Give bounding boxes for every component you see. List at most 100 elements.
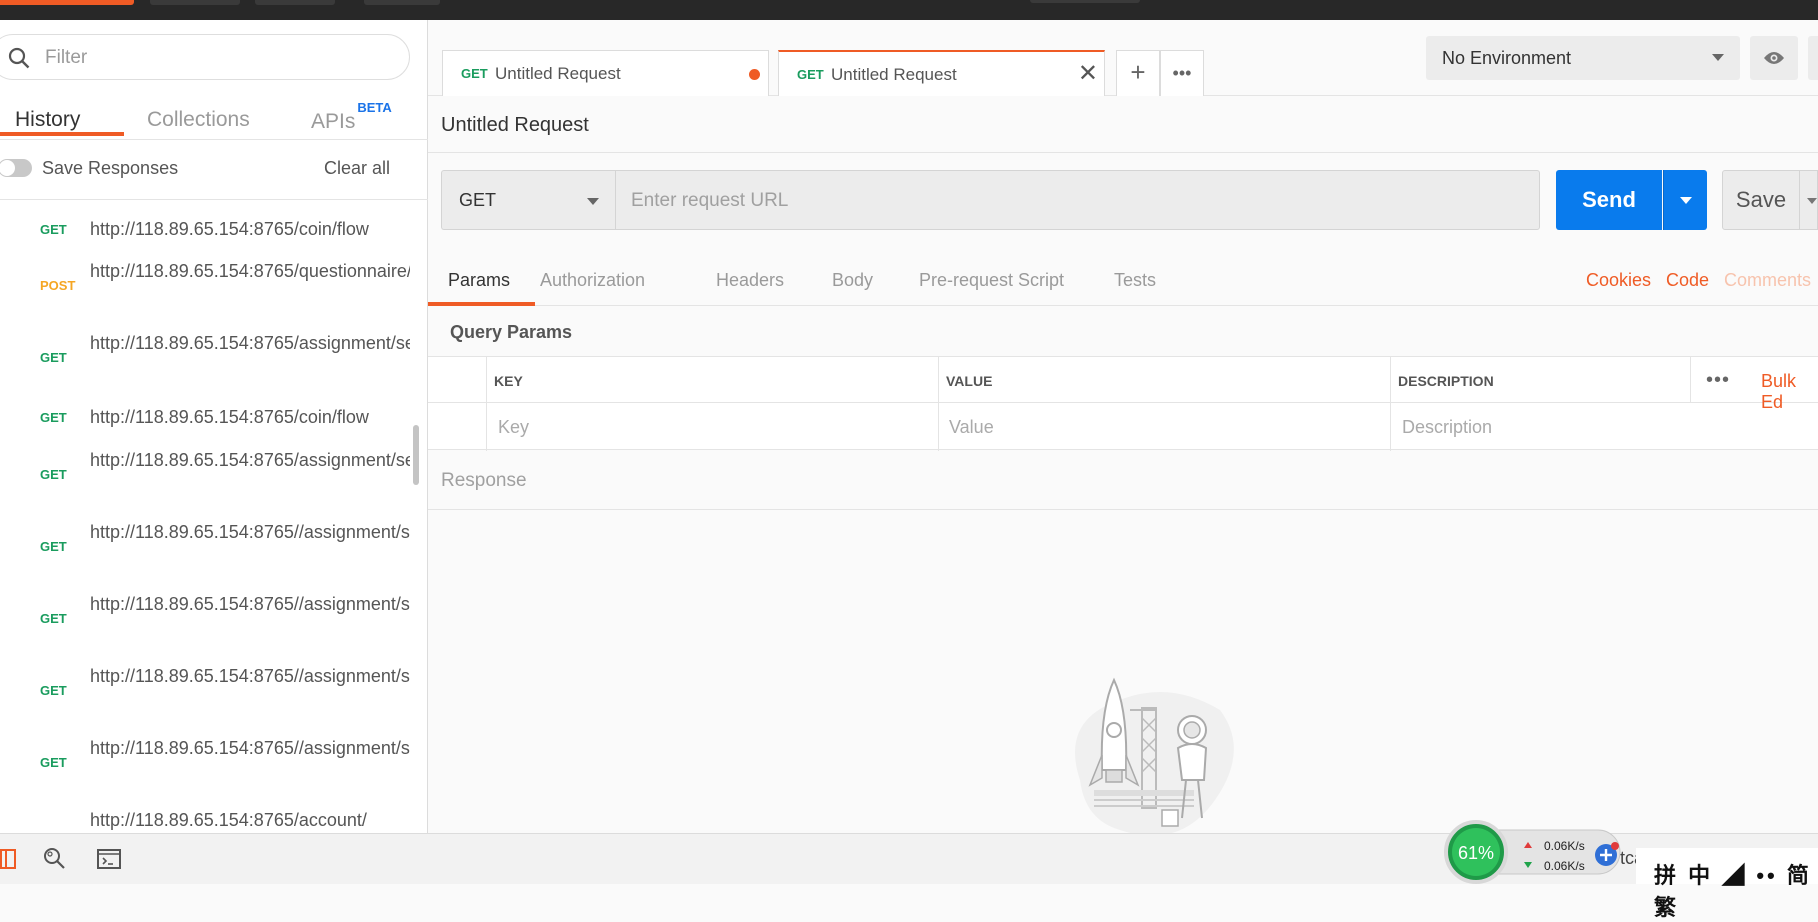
column-value: VALUE: [946, 373, 993, 389]
history-item[interactable]: http://118.89.65.154:8765/account/: [0, 807, 410, 833]
column-description: DESCRIPTION: [1398, 373, 1494, 389]
send-options-button[interactable]: [1663, 170, 1707, 230]
method-label: GET: [40, 410, 67, 425]
tab-more-button[interactable]: •••: [1160, 50, 1204, 96]
tab-apis-label: APIs: [311, 110, 356, 133]
top-segment: [364, 0, 440, 5]
main-panel: GET Untitled Request GET Untitled Reques…: [428, 20, 1818, 836]
value-input[interactable]: Value: [949, 417, 994, 438]
method-label: GET: [40, 683, 67, 698]
environment-quick-look-button[interactable]: [1750, 36, 1798, 80]
method-label: GET: [40, 755, 67, 770]
sidebar: History Collections APIsBETA Save Respon…: [0, 20, 428, 833]
history-url: http://118.89.65.154:8765/assignment/sel…: [90, 333, 410, 353]
save-responses-toggle[interactable]: [0, 159, 32, 177]
chevron-down-icon: [1712, 54, 1724, 61]
search-icon: [8, 47, 30, 69]
history-item[interactable]: GET http://118.89.65.154:8765//assignmen…: [0, 663, 410, 727]
description-input[interactable]: Description: [1402, 417, 1492, 438]
settings-button-partial[interactable]: [1808, 36, 1818, 80]
divider: [428, 152, 1818, 153]
url-field[interactable]: [615, 170, 1540, 230]
tab-headers[interactable]: Headers: [716, 270, 784, 291]
history-url: http://118.89.65.154:8765//assignment/se…: [90, 594, 410, 614]
save-button[interactable]: Save: [1722, 170, 1800, 230]
beta-badge: BETA: [357, 100, 392, 115]
close-tab-icon[interactable]: ✕: [1078, 62, 1098, 86]
tab-authorization[interactable]: Authorization: [540, 270, 645, 291]
comments-link[interactable]: Comments: [1724, 270, 1811, 291]
column-divider: [938, 357, 939, 451]
params-header-row: KEY VALUE DESCRIPTION ••• Bulk Ed: [428, 357, 1818, 412]
history-url: http://118.89.65.154:8765/assignment/sel…: [90, 450, 410, 470]
response-section: Response: [428, 450, 1818, 510]
add-tab-button[interactable]: +: [1116, 50, 1160, 96]
code-link[interactable]: Code: [1666, 270, 1709, 291]
tab-apis[interactable]: APIsBETA: [311, 100, 392, 134]
history-item[interactable]: GET http://118.89.65.154:8765/coin/flow: [0, 214, 410, 254]
chevron-down-icon: [1807, 198, 1817, 204]
tab-history[interactable]: History: [15, 108, 80, 132]
more-options-icon[interactable]: •••: [1706, 369, 1730, 392]
chevron-down-icon: [587, 198, 599, 205]
request-name[interactable]: Untitled Request: [441, 114, 589, 137]
tab-name: Untitled Request: [831, 65, 957, 84]
cpu-percent: 61%: [1458, 843, 1494, 863]
active-subtab-underline: [428, 302, 535, 306]
cookies-link[interactable]: Cookies: [1586, 270, 1651, 291]
method-value: GET: [459, 190, 497, 210]
tab-collections[interactable]: Collections: [147, 108, 250, 132]
tab-pre-request-script[interactable]: Pre-request Script: [919, 270, 1064, 291]
history-item[interactable]: POST http://118.89.65.154:8765/questionn…: [0, 258, 410, 322]
history-list: GET http://118.89.65.154:8765/coin/flow …: [0, 204, 410, 833]
request-tabs-bar: GET Untitled Request GET Untitled Reques…: [428, 20, 1818, 96]
find-icon[interactable]: [42, 846, 68, 872]
method-label: GET: [40, 222, 67, 237]
tab-method: GET: [797, 67, 824, 82]
ime-indicator[interactable]: 拼 中 ◢ •• 简 繁: [1654, 858, 1818, 922]
method-label: GET: [40, 611, 67, 626]
tab-params[interactable]: Params: [448, 270, 510, 291]
history-item[interactable]: GET http://118.89.65.154:8765//assignmen…: [0, 735, 410, 799]
tab-body[interactable]: Body: [832, 270, 873, 291]
history-item[interactable]: GET http://118.89.65.154:8765/assignment…: [0, 330, 410, 394]
environment-select[interactable]: No Environment: [1426, 36, 1740, 80]
download-speed: 0.06K/s: [1544, 859, 1585, 873]
method-select[interactable]: GET: [441, 170, 615, 230]
method-label: GET: [40, 350, 67, 365]
key-input[interactable]: Key: [498, 417, 529, 438]
send-button[interactable]: Send: [1556, 170, 1662, 230]
history-item[interactable]: GET http://118.89.65.154:8765//assignmen…: [0, 591, 410, 655]
history-item[interactable]: GET http://118.89.65.154:8765/assignment…: [0, 447, 410, 511]
request-tab-active[interactable]: GET Untitled Request ✕: [778, 50, 1105, 96]
unsaved-dot-icon: [749, 69, 760, 80]
column-key: KEY: [494, 373, 523, 389]
top-accent-bar: [0, 0, 134, 5]
save-options-button[interactable]: [1800, 170, 1818, 230]
save-responses-row: Save Responses Clear all: [0, 136, 428, 200]
method-label: POST: [40, 278, 76, 293]
column-divider: [1390, 357, 1391, 451]
url-input[interactable]: [631, 188, 1511, 214]
history-url: http://118.89.65.154:8765//assignment/se…: [90, 522, 410, 542]
history-item[interactable]: GET http://118.89.65.154:8765//assignmen…: [0, 519, 410, 583]
clear-all-button[interactable]: Clear all: [324, 158, 390, 179]
history-url: http://118.89.65.154:8765/questionnaire/: [90, 261, 410, 281]
tab-method: GET: [461, 66, 488, 81]
bulk-edit-link[interactable]: Bulk Ed: [1761, 371, 1818, 413]
history-item[interactable]: GET http://118.89.65.154:8765/coin/flow: [0, 402, 410, 442]
console-icon[interactable]: [96, 846, 122, 872]
column-divider: [486, 357, 487, 451]
filter-input[interactable]: [45, 45, 385, 71]
query-params-title: Query Params: [450, 322, 573, 342]
tab-tests[interactable]: Tests: [1114, 270, 1156, 291]
filter-box[interactable]: [0, 34, 410, 80]
request-tab[interactable]: GET Untitled Request: [442, 50, 769, 96]
network-speed-widget[interactable]: 61% 0.06K/s 0.06K/s: [1440, 820, 1630, 884]
sidebar-toggle-icon[interactable]: [0, 846, 26, 872]
upload-speed: 0.06K/s: [1544, 839, 1585, 853]
window-top-bar: [0, 0, 1818, 20]
chevron-down-icon: [1680, 197, 1692, 204]
sidebar-scrollbar[interactable]: [413, 425, 419, 485]
history-url: http://118.89.65.154:8765/account/: [90, 810, 367, 830]
